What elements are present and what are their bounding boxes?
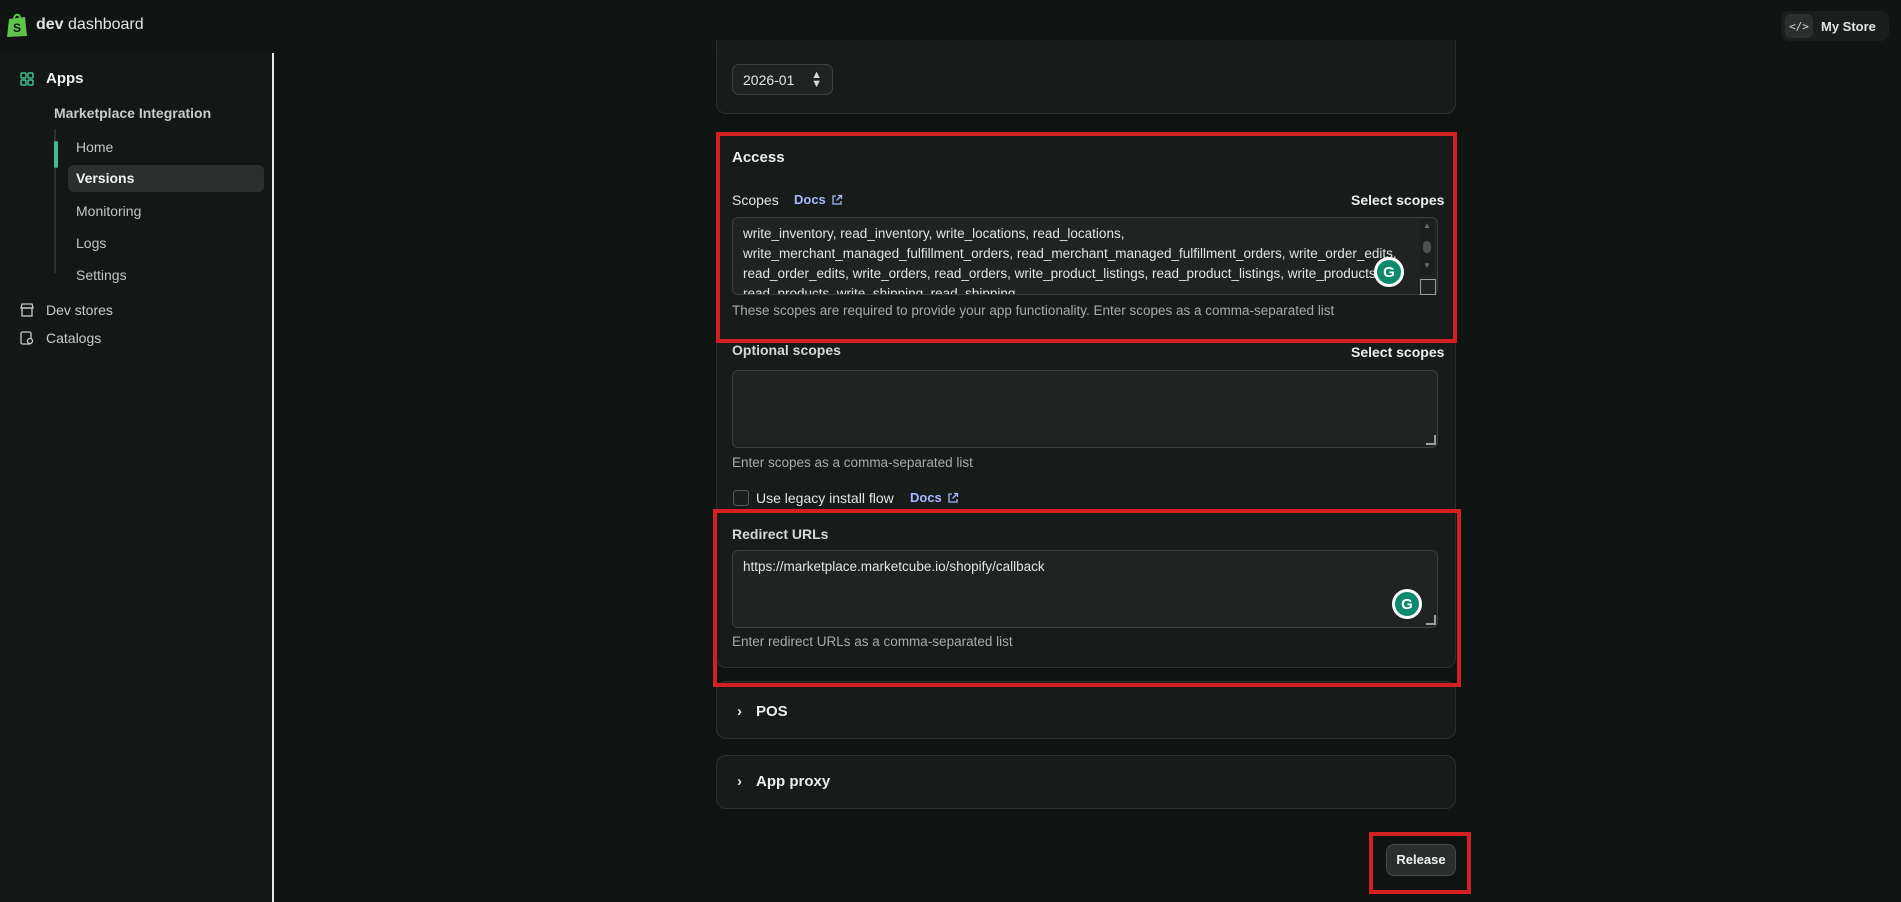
- sidebar-item-label: Catalogs: [46, 330, 102, 346]
- apps-icon: [20, 71, 34, 86]
- chevron-right-icon: ›: [737, 703, 742, 720]
- sidebar-item-catalogs[interactable]: Catalogs: [20, 330, 101, 346]
- scroll-down-icon: ▼: [1423, 261, 1431, 270]
- app-proxy-toggle[interactable]: › App proxy: [737, 773, 830, 790]
- svg-text:S: S: [13, 21, 21, 35]
- pos-toggle[interactable]: › POS: [737, 703, 788, 720]
- sidebar-item-monitoring[interactable]: Monitoring: [76, 203, 141, 219]
- app-title: dev dashboard: [36, 16, 144, 33]
- scopes-help-text: These scopes are required to provide you…: [732, 303, 1335, 318]
- resize-handle[interactable]: [1426, 615, 1436, 625]
- sidebar-item-logs[interactable]: Logs: [76, 235, 106, 251]
- docs-label: Docs: [794, 192, 826, 207]
- optional-scopes-help-text: Enter scopes as a comma-separated list: [732, 455, 973, 470]
- resize-handle[interactable]: [1420, 279, 1436, 295]
- scopes-textarea[interactable]: write_inventory, read_inventory, write_l…: [732, 217, 1438, 295]
- sidebar-subnav: Home Versions Monitoring Logs Settings: [54, 129, 264, 283]
- redirect-urls-label: Redirect URLs: [732, 526, 829, 542]
- external-link-icon: [832, 194, 842, 205]
- scopes-label: Scopes: [732, 192, 779, 208]
- catalog-icon: [20, 331, 34, 345]
- pos-label: POS: [756, 703, 788, 720]
- sidebar-item-label: Versions: [76, 170, 135, 186]
- sidebar-item-app-name[interactable]: Marketplace Integration: [54, 105, 211, 121]
- active-indicator: [54, 141, 58, 168]
- sidebar-item-settings[interactable]: Settings: [76, 267, 127, 283]
- store-switcher-button[interactable]: </> My Store: [1781, 11, 1889, 41]
- optional-scopes-textarea[interactable]: [732, 370, 1438, 448]
- resize-handle[interactable]: [1426, 435, 1436, 445]
- pos-card[interactable]: [716, 681, 1456, 739]
- docs-label: Docs: [910, 490, 942, 505]
- redirect-urls-textarea[interactable]: https://marketplace.marketcube.io/shopif…: [732, 550, 1438, 628]
- scroll-thumb[interactable]: [1423, 241, 1431, 253]
- optional-select-scopes-button[interactable]: Select scopes: [1351, 344, 1444, 360]
- scroll-up-icon: ▲: [1423, 221, 1431, 230]
- access-title: Access: [732, 149, 785, 166]
- scopes-docs-link[interactable]: Docs: [794, 192, 843, 207]
- select-scopes-button[interactable]: Select scopes: [1351, 192, 1444, 208]
- sidebar-item-apps[interactable]: Apps: [20, 70, 84, 87]
- sidebar: Apps Marketplace Integration Home Versio…: [0, 53, 274, 902]
- chevron-right-icon: ›: [737, 773, 742, 790]
- scopes-scrollbar[interactable]: ▲ ▼: [1420, 219, 1434, 275]
- sidebar-item-label: Dev stores: [46, 302, 113, 318]
- grammarly-icon[interactable]: G: [1392, 589, 1422, 619]
- optional-scopes-label: Optional scopes: [732, 342, 841, 358]
- app-proxy-label: App proxy: [756, 773, 831, 790]
- sidebar-item-dev-stores[interactable]: Dev stores: [20, 302, 113, 318]
- release-button[interactable]: Release: [1386, 844, 1456, 876]
- sidebar-item-home[interactable]: Home: [76, 139, 113, 155]
- sidebar-item-versions[interactable]: Versions: [68, 165, 264, 192]
- grammarly-icon[interactable]: G: [1374, 257, 1404, 287]
- redirect-urls-help-text: Enter redirect URLs as a comma-separated…: [732, 634, 1013, 649]
- api-version-value: 2026-01: [743, 72, 795, 88]
- external-link-icon: [948, 492, 958, 503]
- legacy-install-checkbox[interactable]: [733, 490, 749, 506]
- legacy-docs-link[interactable]: Docs: [910, 490, 959, 505]
- store-icon: [20, 303, 34, 317]
- logo[interactable]: S dev dashboard: [6, 12, 144, 38]
- code-icon: </>: [1785, 14, 1813, 38]
- legacy-install-label[interactable]: Use legacy install flow: [756, 490, 894, 506]
- api-version-select[interactable]: 2026-01 ▲ ▼: [732, 64, 833, 95]
- store-label: My Store: [1821, 18, 1876, 34]
- sidebar-item-label: Apps: [46, 70, 84, 87]
- shopify-logo-icon: S: [7, 13, 27, 37]
- select-arrows-icon: ▲ ▼: [811, 69, 822, 90]
